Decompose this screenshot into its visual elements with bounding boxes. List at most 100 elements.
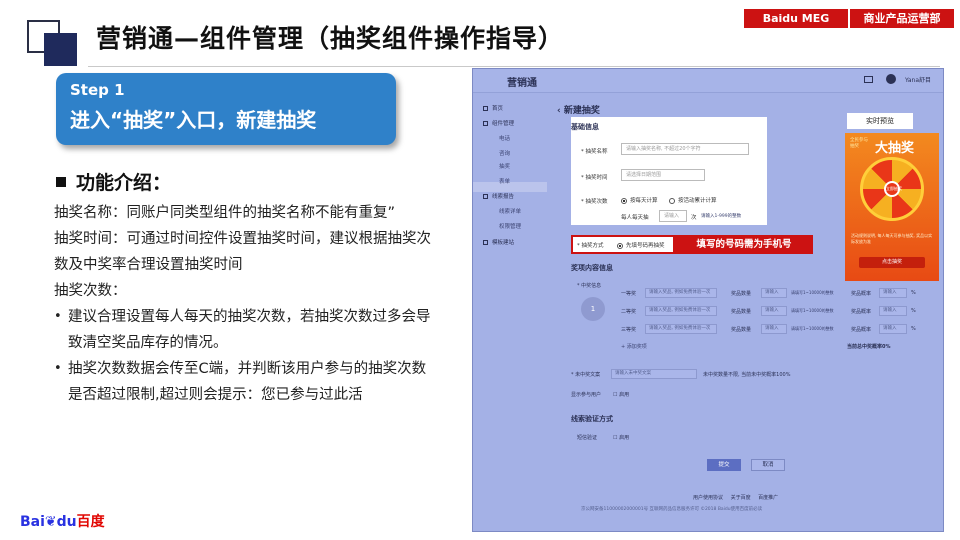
prize-section-title: 奖项内容信息 bbox=[571, 264, 613, 272]
sidebar-item-consult[interactable]: 咨询 bbox=[499, 149, 510, 157]
logo-square-fill bbox=[44, 33, 77, 66]
prize-name-input[interactable]: 请输入奖品, 例如免费体验一次 bbox=[645, 288, 717, 298]
app-screenshot: 营销通 Yana舒目 首页 组件管理 电话 咨询 抽奖 表单 线索报告 线索详单… bbox=[472, 68, 944, 532]
mail-icon[interactable] bbox=[864, 76, 873, 83]
sidebar-item-home[interactable]: 首页 bbox=[483, 104, 503, 112]
step-number: Step 1 bbox=[70, 81, 125, 99]
daily-label: 每人每天抽 bbox=[621, 215, 649, 221]
prize-qty-hint: 请填写1~10000的整数 bbox=[791, 308, 834, 313]
prize-qty-label: 奖品数量 bbox=[731, 327, 752, 333]
preview-draw-button[interactable]: 点击抽奖 bbox=[859, 257, 925, 268]
preview-rules: 活动规则说明, 每人每天可参与抽奖, 奖品以实际发放为准 bbox=[851, 233, 933, 244]
wheel-center[interactable]: 立即抽奖 bbox=[884, 181, 902, 197]
home-icon bbox=[483, 106, 488, 111]
count-label: * 抽奖次数 bbox=[581, 199, 608, 205]
prize-count-badge: 1 bbox=[581, 297, 605, 321]
no-win-input[interactable]: 请输入未中奖文案 bbox=[611, 369, 697, 379]
sidebar-item-leads-detail[interactable]: 线索详单 bbox=[499, 207, 521, 215]
prize-rate-unit: % bbox=[911, 326, 916, 332]
prize-qty-input[interactable]: 请输入 bbox=[761, 324, 787, 334]
cancel-button[interactable]: 取消 bbox=[751, 459, 785, 471]
prize-rate-label: 奖品概率 bbox=[851, 327, 872, 333]
intro-bullet: 建议合理设置每人每天的抽奖次数，若抽奖次数过多会导致清空奖品库存的情况。 bbox=[54, 304, 434, 356]
preview-side-text: 全民参与抽奖 bbox=[850, 138, 868, 149]
prize-rate-input[interactable]: 请输入 bbox=[879, 306, 907, 316]
prize-rate-label: 奖品概率 bbox=[851, 291, 872, 297]
name-label: * 抽奖名称 bbox=[581, 149, 608, 155]
preview-card: 全民参与抽奖 大抽奖 立即抽奖 活动规则说明, 每人每天可参与抽奖, 奖品以实际… bbox=[845, 133, 939, 281]
slide: 营销通—组件管理（抽奖组件操作指导） Baidu MEG 商业产品运营部 Ste… bbox=[0, 0, 960, 540]
method-label: * 抽奖方式 bbox=[577, 243, 604, 249]
daily-suffix: 次 bbox=[691, 215, 697, 221]
daily-count-input[interactable]: 请输入 bbox=[659, 210, 687, 222]
lottery-time-picker[interactable]: 请选择日期范围 bbox=[621, 169, 705, 181]
prize-qty-input[interactable]: 请输入 bbox=[761, 306, 787, 316]
intro-paragraph: 抽奖次数： bbox=[54, 283, 127, 299]
prize-name-input[interactable]: 请输入奖品, 例如免费体验一次 bbox=[645, 324, 717, 334]
tag-baidu-meg: Baidu MEG bbox=[744, 9, 848, 28]
user-name[interactable]: Yana舒目 bbox=[905, 75, 931, 84]
daily-hint: 请输入1-999的整数 bbox=[701, 214, 742, 219]
prize-info-label: * 中奖信息 bbox=[577, 283, 602, 289]
paw-icon: ❦ bbox=[44, 514, 57, 530]
sms-checkbox[interactable]: ☐ 启用 bbox=[613, 434, 629, 441]
prize-tier: 一等奖 bbox=[621, 291, 637, 297]
basic-info-card: 基础信息 * 抽奖名称 请输入抽奖名称, 不超过20个字符 * 抽奖时间 请选择… bbox=[571, 117, 767, 225]
lottery-method-box: * 抽奖方式 先填号码再抽奖 bbox=[571, 235, 675, 254]
avatar[interactable] bbox=[886, 74, 896, 84]
prize-rate-input[interactable]: 请输入 bbox=[879, 288, 907, 298]
square-bullet-icon bbox=[56, 176, 66, 187]
no-win-hint: 未中奖数量不限, 当前未中奖概率100% bbox=[703, 372, 791, 378]
intro-description: 抽奖名称：同账户同类型组件的抽奖名称不能有重复” 抽奖时间：可通过时间控件设置抽… bbox=[54, 200, 434, 408]
baidu-logo: Bai❦du百度 bbox=[20, 514, 105, 530]
grid-icon bbox=[483, 121, 488, 126]
count-per-day-radio[interactable]: 按每天计算 bbox=[621, 196, 658, 204]
prize-rate-unit: % bbox=[911, 290, 916, 296]
preview-label: 实时预览 bbox=[847, 113, 913, 129]
prize-tier: 二等奖 bbox=[621, 309, 637, 315]
count-cumulative-radio[interactable]: 按活动累计计算 bbox=[669, 196, 717, 204]
prize-qty-hint: 请填写1~10000的整数 bbox=[791, 290, 834, 295]
prize-qty-hint: 请填写1~10000的整数 bbox=[791, 326, 834, 331]
app-topbar: 营销通 Yana舒目 bbox=[473, 69, 943, 93]
sidebar-item-leads-report[interactable]: 线索报告 bbox=[483, 192, 514, 200]
new-lottery-heading: ‹ 新建抽奖 bbox=[557, 106, 600, 116]
sidebar-item-components[interactable]: 组件管理 bbox=[483, 119, 514, 127]
submit-button[interactable]: 提交 bbox=[707, 459, 741, 471]
tag-department: 商业产品运营部 bbox=[850, 9, 954, 28]
footer-links[interactable]: 用户使用协议 关于百度 百度推广 bbox=[693, 494, 778, 501]
sidebar-item-permissions[interactable]: 权限管理 bbox=[499, 222, 521, 230]
prize-rate-unit: % bbox=[911, 308, 916, 314]
show-users-checkbox[interactable]: ☐ 启用 bbox=[613, 391, 629, 398]
method-phone-first-radio[interactable]: 先填号码再抽奖 bbox=[617, 241, 665, 249]
step-card: Step 1 进入“抽奖”入口，新建抽奖 bbox=[56, 73, 396, 145]
template-icon bbox=[483, 240, 488, 245]
app-brand: 营销通 bbox=[507, 78, 537, 89]
sms-label: 短信验证 bbox=[577, 435, 598, 441]
prize-rate-input[interactable]: 请输入 bbox=[879, 324, 907, 334]
app-sidebar: 首页 组件管理 电话 咨询 抽奖 表单 线索报告 线索详单 权限管理 模板建站 bbox=[473, 94, 547, 531]
lottery-name-input[interactable]: 请输入抽奖名称, 不超过20个字符 bbox=[621, 143, 749, 155]
intro-bullet: 抽奖次数数据会传至C端，并判断该用户参与的抽奖次数是否超过限制,超过则会提示：您… bbox=[54, 356, 434, 408]
prize-qty-label: 奖品数量 bbox=[731, 291, 752, 297]
intro-heading: 功能介绍： bbox=[56, 168, 171, 195]
footer-copyright: 京公网安备11000002000001号 互联网药品信息服务许可 ©2018 B… bbox=[581, 507, 763, 512]
basic-info-title: 基础信息 bbox=[571, 123, 599, 131]
prize-name-input[interactable]: 请输入奖品, 例如免费体验一次 bbox=[645, 306, 717, 316]
sidebar-item-lottery[interactable]: 抽奖 bbox=[499, 162, 510, 170]
intro-paragraph: 抽奖时间：可通过时间控件设置抽奖时间，建议根据抽奖次数及中奖率合理设置抽奖时间 bbox=[54, 231, 431, 273]
add-prize-link[interactable]: + 添加奖项 bbox=[621, 343, 647, 350]
phone-callout: 填写的号码需为手机号 bbox=[675, 235, 813, 254]
prize-qty-label: 奖品数量 bbox=[731, 309, 752, 315]
time-label: * 抽奖时间 bbox=[581, 175, 608, 181]
step-title: 进入“抽奖”入口，新建抽奖 bbox=[70, 108, 317, 132]
prize-rate-label: 奖品概率 bbox=[851, 309, 872, 315]
prize-qty-input[interactable]: 请输入 bbox=[761, 288, 787, 298]
sidebar-item-form[interactable]: 表单 bbox=[499, 177, 510, 185]
verify-section-title: 线索验证方式 bbox=[571, 415, 613, 423]
sidebar-item-templates[interactable]: 模板建站 bbox=[483, 238, 514, 246]
title-divider bbox=[88, 66, 940, 67]
page-title: 营销通—组件管理（抽奖组件操作指导） bbox=[96, 24, 565, 53]
sidebar-item-phone[interactable]: 电话 bbox=[499, 134, 510, 142]
prize-tier: 三等奖 bbox=[621, 327, 637, 333]
